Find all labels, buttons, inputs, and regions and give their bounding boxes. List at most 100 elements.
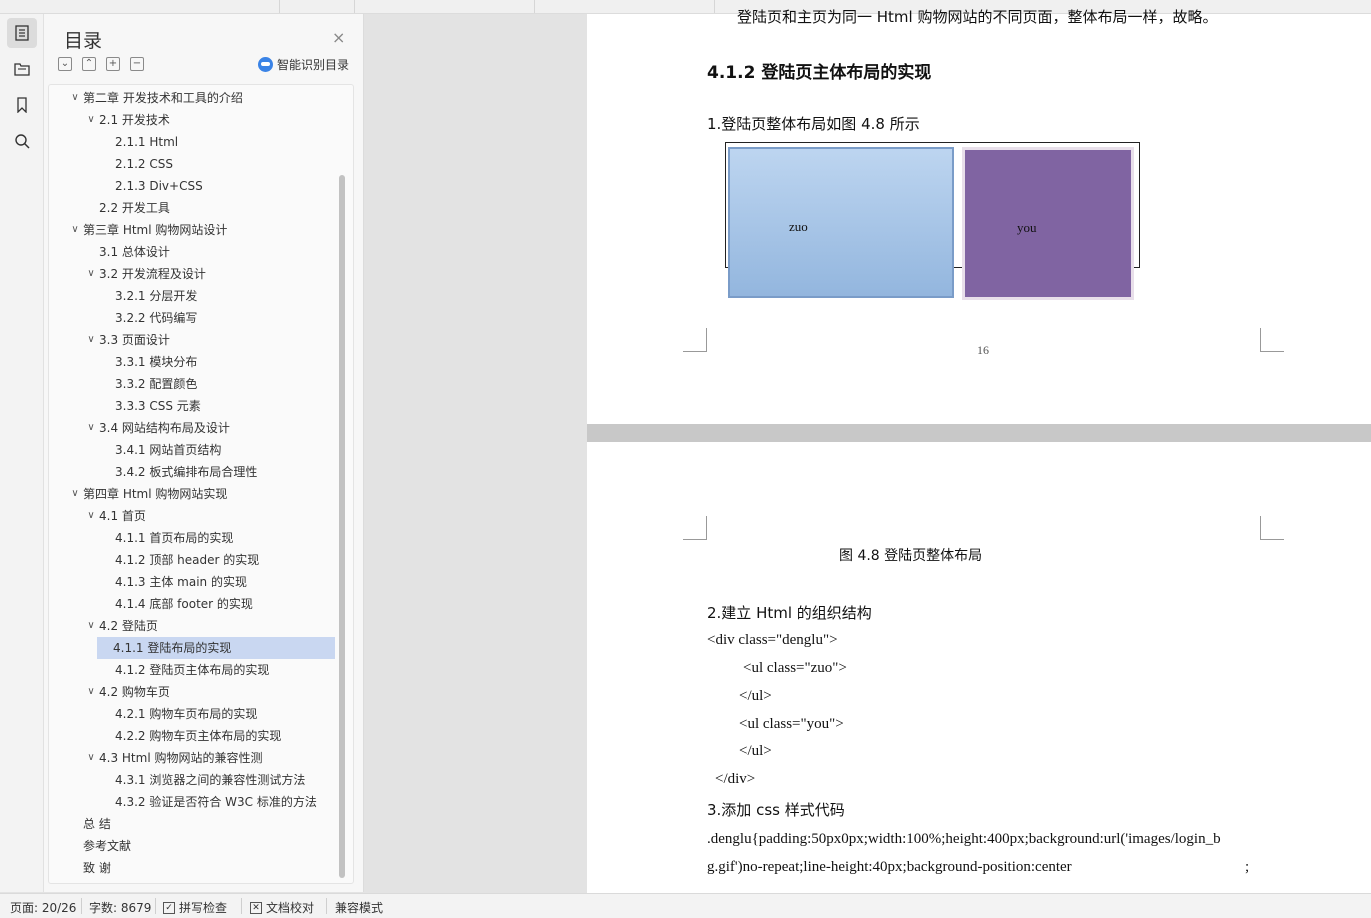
toc-item[interactable]: 3.4.2 板式编排布局合理性: [99, 461, 257, 483]
toc-item[interactable]: 参考文献: [67, 835, 131, 857]
toc-item[interactable]: 3.3.1 模块分布: [99, 351, 197, 373]
toc-item-label: 3.2.1 分层开发: [115, 289, 198, 303]
add-heading-icon[interactable]: +: [106, 57, 120, 71]
toc-item[interactable]: 3.4.1 网站首页结构: [99, 439, 221, 461]
toc-item[interactable]: ∨ 第二章 开发技术和工具的介绍: [67, 87, 243, 109]
toc-item-label: 第三章 Html 购物网站设计: [83, 223, 228, 237]
code-line: </ul>: [739, 688, 772, 704]
toc-item[interactable]: ∨ 4.3 Html 购物网站的兼容性测: [83, 747, 262, 769]
toc-panel-button[interactable]: [7, 18, 37, 48]
toc-item[interactable]: 总 结: [67, 813, 111, 835]
toolbar-segment: [355, 0, 535, 13]
toc-item[interactable]: 4.2.2 购物车页主体布局的实现: [99, 725, 281, 747]
toc-item-label: 4.3.2 验证是否符合 W3C 标准的方法: [115, 795, 317, 809]
toc-item-label: 4.1.2 登陆页主体布局的实现: [115, 663, 270, 677]
toc-item[interactable]: 4.1.2 登陆页主体布局的实现: [99, 659, 269, 681]
chevron-down-icon[interactable]: ∨: [83, 681, 99, 703]
collapse-all-icon[interactable]: ⌄: [58, 57, 72, 71]
page-indicator[interactable]: 页面: 20/26: [10, 899, 76, 916]
chevron-down-icon[interactable]: ∨: [83, 615, 99, 637]
toc-item-label: 4.2 登陆页: [99, 619, 158, 633]
toc-item-label: 总 结: [83, 817, 111, 831]
toc-item-label: 4.3 Html 购物网站的兼容性测: [99, 751, 263, 765]
toc-item-label: 3.3.3 CSS 元素: [115, 399, 201, 413]
toc-item-label: 2.1.1 Html: [115, 135, 179, 149]
folder-tree-icon: [14, 63, 30, 76]
paragraph-3: 3.添加 css 样式代码: [707, 801, 845, 819]
chevron-down-icon[interactable]: ∨: [83, 505, 99, 527]
toc-item-label: 3.3.2 配置颜色: [115, 377, 198, 391]
word-count[interactable]: 字数: 8679: [89, 899, 151, 916]
chevron-down-icon[interactable]: ∨: [83, 329, 99, 351]
figure-label-zuo: zuo: [789, 219, 808, 234]
toc-item[interactable]: 3.3.2 配置颜色: [99, 373, 197, 395]
smart-toc-button[interactable]: 智能识别目录: [258, 56, 349, 73]
toc-item[interactable]: 4.1.1 登陆布局的实现: [97, 637, 335, 659]
toc-item-label: 3.1 总体设计: [99, 245, 170, 259]
toc-item[interactable]: ∨ 第四章 Html 购物网站实现: [67, 483, 227, 505]
toc-item[interactable]: 4.1.1 首页布局的实现: [99, 527, 233, 549]
figure-box-zuo: zuo: [728, 147, 954, 298]
toc-item[interactable]: ∨ 3.2 开发流程及设计: [83, 263, 206, 285]
page-margin-corner: [1260, 328, 1284, 352]
bookmark-button[interactable]: [7, 90, 37, 120]
navigation-button[interactable]: [7, 54, 37, 84]
close-icon[interactable]: ×: [332, 28, 345, 47]
chevron-down-icon[interactable]: ∨: [83, 263, 99, 285]
toc-item[interactable]: ∨ 3.3 页面设计: [83, 329, 170, 351]
toc-item[interactable]: ∨ 4.1 首页: [83, 505, 146, 527]
proofread-button[interactable]: ✕ 文档校对: [250, 899, 314, 916]
toc-sidebar: 目录 × ⌄ ⌃ + − 智能识别目录 ∨ 第二章 开发技术和工具的介绍 ∨ 2.1 …: [44, 14, 364, 892]
chevron-down-icon[interactable]: ∨: [83, 417, 99, 439]
toc-item[interactable]: 2.1.1 Html: [99, 131, 178, 153]
toc-item[interactable]: 3.3.3 CSS 元素: [99, 395, 201, 417]
toc-item[interactable]: ∨ 2.1 开发技术: [83, 109, 170, 131]
document-page-17: 图 4.8 登陆页整体布局 2.建立 Html 的组织结构 <div class…: [587, 442, 1371, 893]
page-gap: [587, 424, 1371, 442]
expand-up-icon[interactable]: ⌃: [82, 57, 96, 71]
toc-item-label: 第四章 Html 购物网站实现: [83, 487, 228, 501]
spell-check-button[interactable]: ✓ 拼写检查: [163, 899, 227, 916]
toc-item[interactable]: ∨ 4.2 登陆页: [83, 615, 158, 637]
toc-item[interactable]: 4.1.4 底部 footer 的实现: [99, 593, 253, 615]
toc-item[interactable]: 4.3.2 验证是否符合 W3C 标准的方法: [99, 791, 317, 813]
toc-item[interactable]: 致 谢: [67, 857, 111, 879]
toc-item[interactable]: 4.3.1 浏览器之间的兼容性测试方法: [99, 769, 305, 791]
search-button[interactable]: [7, 126, 37, 156]
toc-item-label: 3.4 网站结构布局及设计: [99, 421, 230, 435]
chevron-down-icon[interactable]: ∨: [67, 219, 83, 241]
chevron-down-icon[interactable]: ∨: [67, 483, 83, 505]
section-heading: 4.1.2 登陆页主体布局的实现: [707, 63, 932, 83]
toc-item[interactable]: ∨ 4.2 购物车页: [83, 681, 170, 703]
toolbar-segment: [280, 0, 355, 13]
toc-item-label: 4.2 购物车页: [99, 685, 170, 699]
toc-item[interactable]: 3.2.2 代码编写: [99, 307, 197, 329]
code-line: <ul class="zuo">: [743, 660, 847, 676]
remove-heading-icon[interactable]: −: [130, 57, 144, 71]
toc-item[interactable]: 4.1.2 顶部 header 的实现: [99, 549, 259, 571]
smart-toc-label: 智能识别目录: [277, 58, 350, 72]
cloud-icon: [258, 57, 273, 72]
toc-item[interactable]: 3.2.1 分层开发: [99, 285, 197, 307]
toc-item[interactable]: 2.1.2 CSS: [99, 153, 173, 175]
toc-item[interactable]: 4.2.1 购物车页布局的实现: [99, 703, 257, 725]
toc-item[interactable]: 2.1.3 Div+CSS: [99, 175, 203, 197]
toc-item-label: 3.2 开发流程及设计: [99, 267, 206, 281]
toc-scrollbar[interactable]: [339, 175, 345, 878]
toc-item[interactable]: ∨ 3.4 网站结构布局及设计: [83, 417, 230, 439]
toc-item[interactable]: 2.2 开发工具: [83, 197, 170, 219]
toc-item[interactable]: 3.1 总体设计: [83, 241, 170, 263]
css-code-line: g.gif')no-repeat;line-height:40px;backgr…: [707, 859, 1072, 875]
page-number: 16: [977, 343, 989, 357]
toc-item[interactable]: 4.1.3 主体 main 的实现: [99, 571, 247, 593]
search-icon: [15, 134, 30, 149]
status-separator: [155, 898, 156, 914]
toc-item-label: 2.1 开发技术: [99, 113, 170, 127]
chevron-down-icon[interactable]: ∨: [67, 87, 83, 109]
chevron-down-icon[interactable]: ∨: [83, 109, 99, 131]
paragraph-1: 1.登陆页整体布局如图 4.8 所示: [707, 115, 920, 133]
chevron-down-icon[interactable]: ∨: [83, 747, 99, 769]
paragraph-top: 登陆页和主页为同一 Html 购物网站的不同页面，整体布局一样，故略。: [737, 8, 1218, 26]
toc-item[interactable]: ∨ 第三章 Html 购物网站设计: [67, 219, 227, 241]
toc-item-label: 3.3.1 模块分布: [115, 355, 198, 369]
